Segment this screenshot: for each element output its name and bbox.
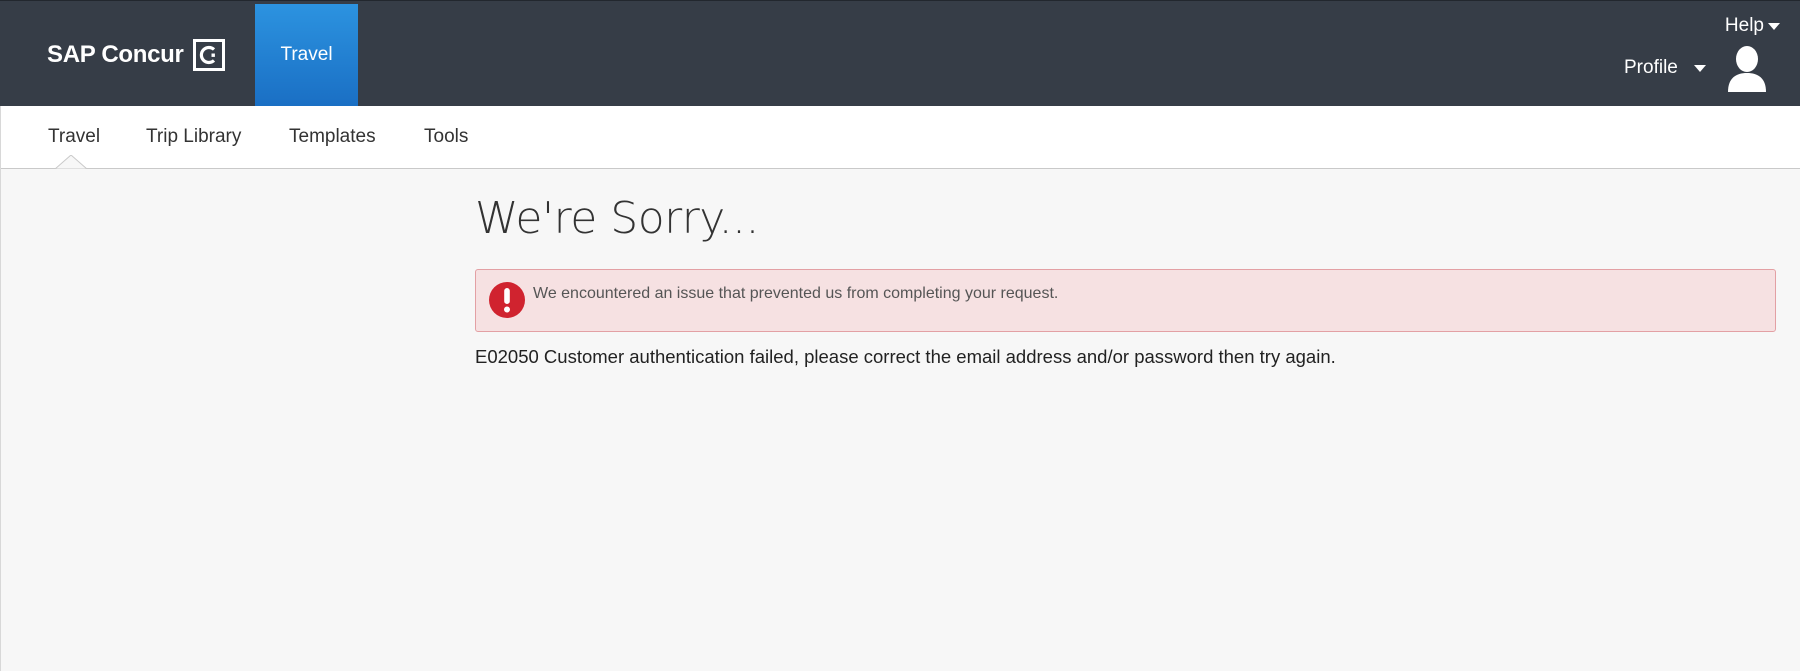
error-detail-text: E02050 Customer authentication failed, p… (475, 346, 1336, 367)
profile-label: Profile (1624, 57, 1678, 78)
sub-navigation: Travel Trip Library Templates Tools (0, 106, 1800, 169)
help-label: Help (1724, 15, 1764, 36)
subnav-item-tools[interactable]: Tools (424, 126, 468, 148)
concur-logo-icon (192, 39, 225, 71)
help-menu[interactable]: Help (1725, 15, 1780, 37)
active-tab-pointer-icon (55, 155, 87, 170)
window-right-edge (1800, 0, 1808, 671)
error-exclamation-icon (489, 282, 525, 318)
user-avatar-icon[interactable] (1726, 45, 1768, 93)
subnav-item-trip-library[interactable]: Trip Library (146, 126, 241, 148)
subnav-item-templates[interactable]: Templates (289, 126, 376, 148)
subnav-item-travel[interactable]: Travel (48, 126, 100, 148)
alert-message: We encountered an issue that prevented u… (533, 285, 1059, 302)
main-content: We're Sorry... We encountered an issue t… (475, 170, 1776, 367)
page-title: We're Sorry... (475, 193, 760, 244)
sap-concur-logo[interactable]: SAP Concur (47, 39, 225, 71)
concur-c-glyph (199, 45, 215, 65)
left-border (0, 106, 1, 671)
error-alert: We encountered an issue that prevented u… (475, 269, 1776, 332)
brand-name: SAP Concur (47, 41, 184, 68)
caret-down-icon (1768, 22, 1780, 30)
top-header: SAP Concur Travel Help Profile (0, 0, 1800, 106)
page: SAP Concur Travel Help Profile Travel Tr… (0, 0, 1808, 671)
app-tab-travel[interactable]: Travel (255, 4, 358, 106)
profile-menu[interactable]: Profile (1624, 57, 1706, 79)
caret-down-icon (1693, 64, 1706, 72)
